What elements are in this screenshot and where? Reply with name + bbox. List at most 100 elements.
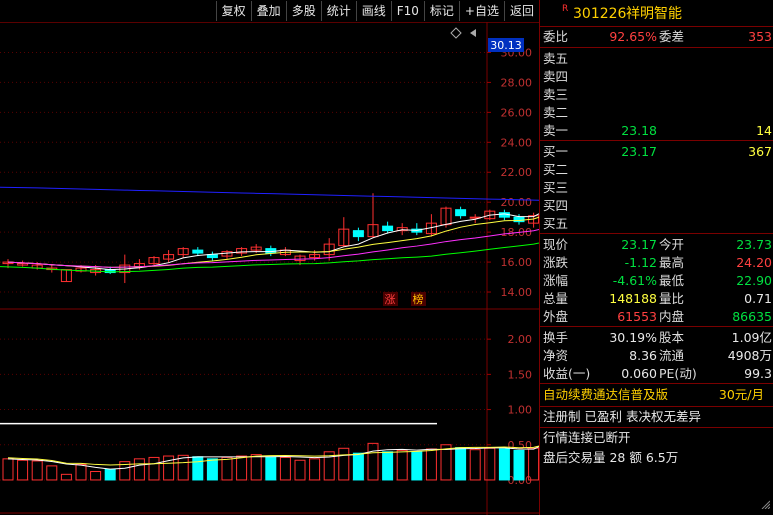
sell-level-2: 卖二 (540, 104, 773, 122)
stock-name[interactable]: 祥明智能 (626, 1, 682, 27)
price-axis-label: 22.00 (501, 166, 533, 179)
buy-level-label: 买五 (543, 216, 569, 231)
sell-level-label: 卖五 (543, 51, 569, 66)
kline-chart[interactable]: 30.0028.0026.0024.0022.0020.0018.0016.00… (0, 22, 539, 515)
quote-value-2: 86635 (732, 309, 772, 324)
sell-level-4: 卖四 (540, 68, 773, 86)
volume-bar (192, 456, 204, 481)
volume-bar (338, 447, 350, 481)
fund-value: 8.36 (629, 348, 657, 363)
volume-bar (455, 447, 467, 481)
ad-text[interactable]: 自动续费通达信普及版 (543, 387, 668, 402)
candle-body (455, 209, 467, 217)
buy1-volume: 367 (748, 144, 772, 159)
candle-body (382, 225, 394, 232)
price-axis-label: 20.00 (501, 196, 533, 209)
ad-banner[interactable]: 自动续费通达信普及版 30元/月 (540, 384, 773, 407)
quote-panel: R 301226 祥明智能 委比 92.65% 委差 353 卖五 卖四 卖三 卖二卖… (539, 0, 773, 515)
volume-bar (206, 458, 218, 481)
price-axis-label: 24.00 (501, 136, 533, 149)
volume-bar (411, 451, 423, 481)
toolbar-button-3[interactable]: 统计 (320, 1, 356, 21)
volume-bar (484, 447, 496, 481)
toolbar-button-7[interactable]: +自选 (458, 1, 504, 21)
badge-1: 榜 (413, 292, 424, 306)
buy-book: 买一 23.17 367 买二 买三 买四 买五 (540, 141, 773, 234)
quote-stats: 现价 23.17 今开 23.73 涨跌 -1.12 最高 24.20 涨幅 -4.61% 最低 22… (540, 234, 773, 327)
volume-bar (90, 471, 102, 481)
volume-bar (498, 448, 510, 481)
resize-grip-icon[interactable] (760, 499, 770, 509)
volume-bar (46, 465, 58, 481)
quote-row-1: 涨跌 -1.12 最高 24.20 (540, 254, 773, 272)
toolbar-button-2[interactable]: 多股 (285, 1, 321, 21)
ma30-line (0, 242, 539, 273)
price-axis-label: 16.00 (501, 256, 533, 269)
volume-bar (148, 456, 160, 481)
sell-level-label: 卖四 (543, 69, 569, 84)
fund-row-0: 换手 30.19% 股本 1.09亿 (540, 329, 773, 347)
volume-bar (31, 460, 43, 481)
buy-level-3: 买三 (540, 179, 773, 197)
fund-label: 换手 (543, 330, 569, 345)
toolbar: 复权 叠加 多股 统计 画线 F10 标记 +自选 返回 (0, 0, 539, 23)
quote-label: 总量 (543, 291, 569, 306)
buy-level-label: 买一 (543, 144, 569, 159)
fund-value: 0.060 (621, 366, 657, 381)
toolbar-button-1[interactable]: 叠加 (250, 1, 286, 21)
quote-label: 涨幅 (543, 273, 569, 288)
weibi-row: 委比 92.65% 委差 353 (540, 27, 773, 48)
fund-label: 收益(一) (543, 366, 591, 381)
quote-value-2: 23.73 (736, 237, 772, 252)
quote-label-2: 今开 (659, 237, 685, 252)
volume-bar (425, 448, 437, 481)
quote-row-4: 外盘 61553 内盘 86635 (540, 308, 773, 326)
weicha-value: 353 (748, 29, 772, 44)
volume-bar (60, 473, 72, 481)
quote-value: -1.12 (624, 255, 657, 270)
quote-label-2: 最低 (659, 273, 685, 288)
weibi-label: 委比 (543, 29, 569, 44)
fund-label-2: 流通 (659, 348, 685, 363)
badge-0: 涨 (385, 293, 396, 306)
toolbar-button-0[interactable]: 复权 (215, 1, 251, 21)
volume-bar (279, 456, 291, 481)
toolbar-button-6[interactable]: 标记 (423, 1, 459, 21)
weicha-label: 委差 (659, 29, 685, 44)
price-axis-label: 28.00 (501, 76, 533, 89)
fund-value-2: 4908万 (727, 348, 772, 363)
buy1-price: 23.17 (621, 144, 657, 159)
weibi-value: 92.65% (609, 29, 657, 44)
ma20-line (7, 229, 539, 268)
quote-value-2: 24.20 (736, 255, 772, 270)
stock-code[interactable]: 301226 (573, 1, 626, 27)
candle-body (352, 230, 364, 238)
fund-row-2: 收益(一) 0.060 PE(动) 99.3 (540, 365, 773, 383)
volume-bar (221, 456, 233, 481)
volume-bar (469, 449, 481, 481)
sell-level-3: 卖三 (540, 86, 773, 104)
volume-bar (367, 442, 379, 481)
buy-level-2: 买二 (540, 161, 773, 179)
toolbar-button-8[interactable]: 返回 (503, 1, 539, 21)
quote-value: 148188 (609, 291, 657, 306)
listing-note: 注册制 已盈利 表决权无差异 (540, 407, 773, 428)
sell-level-5: 卖五 (540, 50, 773, 68)
fund-row-1: 净资 8.36 流通 4908万 (540, 347, 773, 365)
stock-header: R 301226 祥明智能 (540, 0, 773, 27)
fundamentals: 换手 30.19% 股本 1.09亿 净资 8.36 流通 4908万 收益(一) 0.060 PE… (540, 327, 773, 384)
quote-row-3: 总量 148188 量比 0.71 (540, 290, 773, 308)
fund-label: 净资 (543, 348, 569, 363)
volume-bar (236, 455, 248, 481)
connection-status: 行情连接已断开 (543, 430, 631, 445)
candle-body (192, 249, 204, 254)
ma60-line (0, 186, 539, 201)
ad-price[interactable]: 30元/月 (719, 384, 764, 406)
quote-value: 23.17 (621, 237, 657, 252)
sell1-price: 23.18 (621, 123, 657, 138)
buy-level-label: 买三 (543, 180, 569, 195)
quote-value: -4.61% (612, 273, 657, 288)
toolbar-button-4[interactable]: 画线 (355, 1, 391, 21)
toolbar-button-5[interactable]: F10 (390, 1, 424, 21)
ma5-line (7, 213, 539, 271)
